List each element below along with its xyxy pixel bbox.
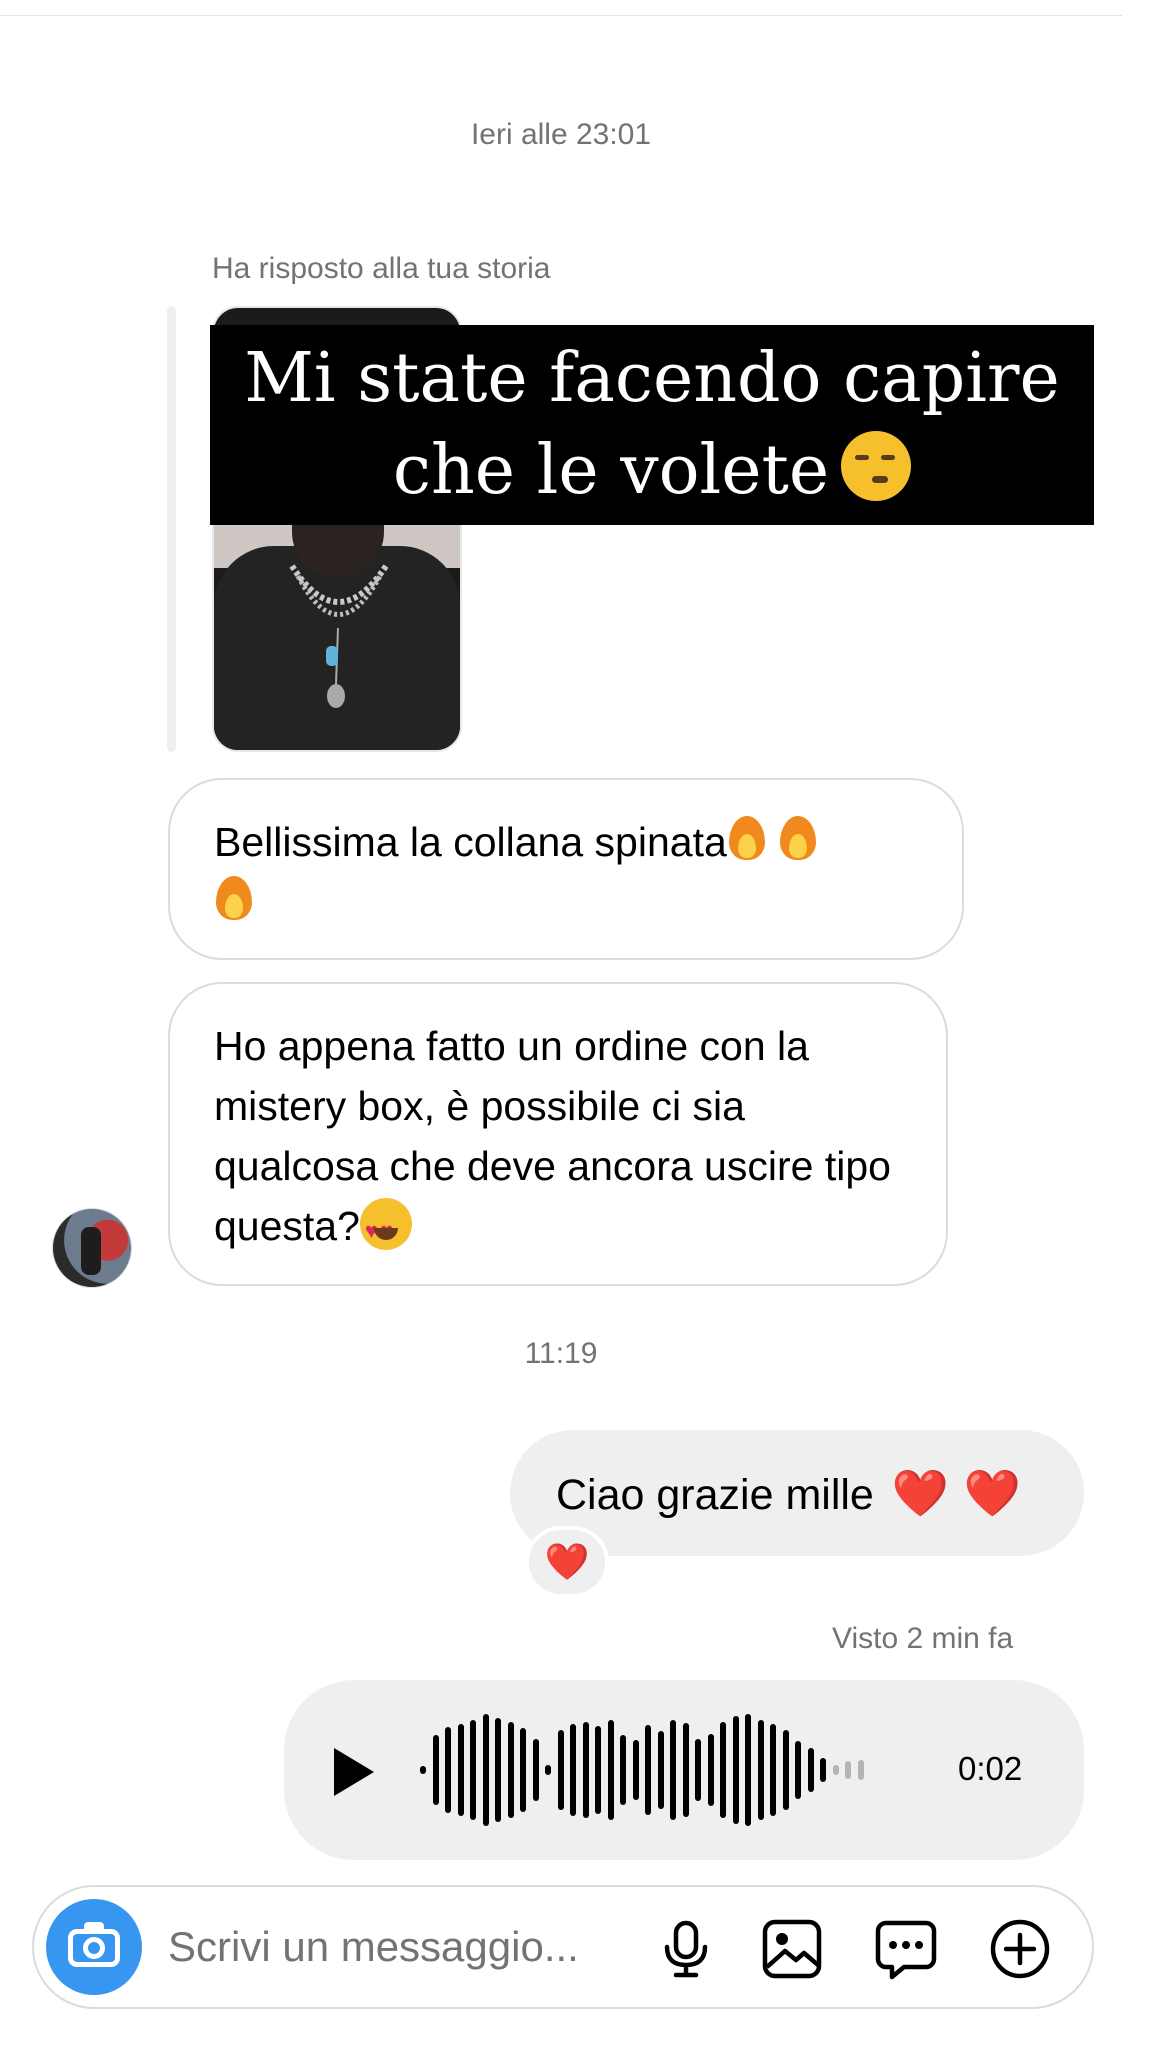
waveform-bar	[457, 1724, 464, 1816]
story-text-line-2: che le volete	[210, 425, 1094, 517]
waveform-bar	[570, 1724, 576, 1816]
fire-emoji-icon	[727, 812, 767, 862]
waveform-bar	[695, 1739, 701, 1801]
story-text-overlay: Mi state facendo capire che le volete	[210, 325, 1094, 525]
waveform-bar	[682, 1723, 689, 1817]
header-divider	[0, 15, 1122, 16]
sticker-icon[interactable]	[874, 1917, 938, 1981]
waveform-bar	[495, 1718, 501, 1822]
waveform-bar	[820, 1758, 826, 1782]
waveform-bar	[795, 1741, 801, 1799]
waveform-bar	[782, 1730, 789, 1810]
waveform-bar	[732, 1716, 739, 1824]
waveform-bar	[420, 1766, 426, 1774]
waveform-bar	[582, 1722, 589, 1818]
fire-emoji-icon	[778, 812, 818, 862]
message-composer	[32, 1885, 1094, 2009]
waveform-bar	[545, 1765, 551, 1775]
waveform-bar	[857, 1760, 864, 1780]
waveform-bar	[807, 1748, 814, 1792]
story-text-line: Mi state facendo capire	[244, 339, 1060, 418]
waveform-bar	[657, 1731, 664, 1809]
heart-reaction[interactable]: ❤️	[525, 1526, 609, 1598]
play-icon[interactable]	[334, 1748, 374, 1796]
waveform-bar	[532, 1739, 539, 1801]
message-input[interactable]	[168, 1913, 648, 1981]
camera-button[interactable]	[46, 1899, 142, 1995]
story-reply-bar	[167, 306, 176, 752]
waveform-bar	[620, 1735, 626, 1805]
waveform-bar	[432, 1735, 439, 1805]
waveform-bar	[595, 1726, 601, 1814]
seen-status: Visto 2 min fa	[832, 1622, 1014, 1655]
incoming-message[interactable]: Ho appena fatto un ordine con la mistery…	[168, 982, 948, 1286]
waveform-bar	[757, 1720, 764, 1820]
gallery-icon[interactable]	[760, 1917, 824, 1981]
avatar[interactable]	[52, 1208, 132, 1288]
story-text-line-2-text: che le volete	[392, 431, 830, 510]
waveform-bar	[770, 1724, 776, 1816]
message-text: Ho appena fatto un ordine con la mistery…	[214, 1023, 891, 1249]
story-reply-label: Ha risposto alla tua storia	[212, 252, 551, 285]
voice-message[interactable]: 0:02	[284, 1680, 1084, 1860]
microphone-icon[interactable]	[654, 1917, 718, 1981]
waveform-bar	[707, 1734, 714, 1806]
timestamp: 11:19	[524, 1337, 598, 1370]
heart-emoji-icon: ❤️ ❤️	[891, 1466, 1021, 1520]
camera-icon-lens	[83, 1937, 105, 1959]
waveform-bar	[632, 1740, 639, 1800]
message-text: Bellissima la collana spinata	[214, 819, 727, 865]
waveform-bar	[507, 1722, 514, 1818]
waveform-bar	[670, 1720, 676, 1820]
waveform-bar	[745, 1714, 751, 1826]
fire-emoji-icon	[214, 872, 254, 922]
waveform-bar	[845, 1761, 851, 1779]
avatar-figure	[81, 1227, 101, 1275]
heart-eyes-emoji-icon	[359, 1198, 412, 1261]
heart-reaction-icon: ❤️	[544, 1542, 590, 1583]
waveform-bar	[557, 1730, 564, 1810]
waveform-bar	[645, 1725, 651, 1815]
waveform-bar	[482, 1714, 489, 1826]
message-text: Ciao grazie mille	[556, 1471, 874, 1519]
waveform[interactable]	[420, 1710, 870, 1830]
smirk-emoji-icon	[841, 431, 912, 501]
incoming-message[interactable]: Bellissima la collana spinata	[168, 778, 964, 960]
waveform-bar	[607, 1720, 614, 1820]
plus-icon[interactable]	[988, 1917, 1052, 1981]
waveform-bar	[445, 1727, 451, 1813]
voice-duration: 0:02	[958, 1750, 1023, 1787]
waveform-bar	[832, 1765, 839, 1775]
timestamp: Ieri alle 23:01	[470, 118, 652, 151]
waveform-bar	[470, 1720, 476, 1820]
waveform-bar	[720, 1722, 726, 1818]
waveform-bar	[520, 1728, 526, 1812]
